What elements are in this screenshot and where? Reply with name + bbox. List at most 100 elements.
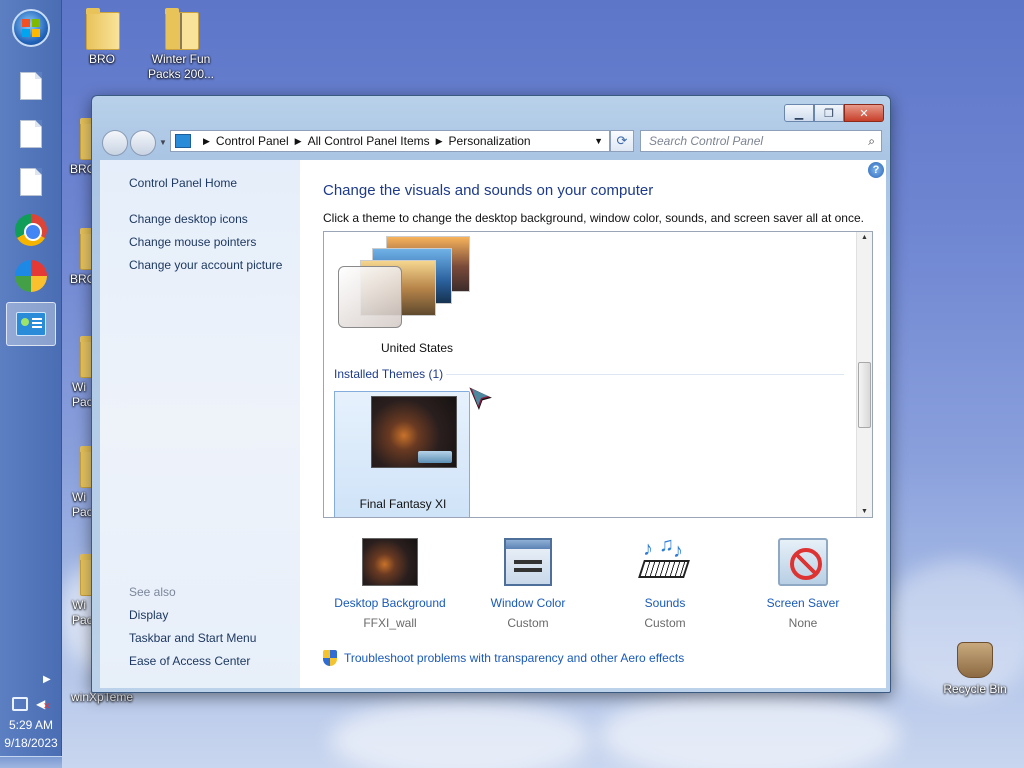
screen-saver-icon xyxy=(778,538,828,586)
left-pane: Control Panel Home Change desktop icons … xyxy=(100,160,300,688)
document-icon xyxy=(20,168,42,196)
forward-button[interactable] xyxy=(130,130,156,156)
control-panel-icon xyxy=(175,134,191,148)
taskbar-control-panel-button[interactable] xyxy=(6,302,56,346)
refresh-button[interactable]: ⟳ xyxy=(610,130,634,152)
tray-expand-icon[interactable]: ▶ xyxy=(43,674,51,685)
start-button[interactable] xyxy=(6,6,56,50)
folder-icon xyxy=(86,8,120,50)
theme-wallpaper-preview xyxy=(371,396,457,468)
change-desktop-icons-link[interactable]: Change desktop icons xyxy=(129,212,248,226)
change-mouse-pointers-link[interactable]: Change mouse pointers xyxy=(129,235,256,249)
screen-saver-setting[interactable]: Screen Saver None xyxy=(733,538,873,630)
clock-time[interactable]: 5:29 AM xyxy=(0,718,62,732)
setting-title[interactable]: Window Color xyxy=(458,596,598,610)
desktop-icon[interactable]: Winter Fun Packs 200... xyxy=(141,8,221,82)
chevron-right-icon[interactable]: ▶ xyxy=(295,136,302,147)
desktop-background-icon xyxy=(362,538,418,586)
chrome-icon xyxy=(15,214,47,246)
display-link[interactable]: Display xyxy=(129,608,168,622)
setting-value: None xyxy=(788,616,818,630)
desktop-icon-label: BRO xyxy=(70,162,92,176)
taskbar-start-menu-link[interactable]: Taskbar and Start Menu xyxy=(129,631,256,645)
desktop-icon-label: BRO xyxy=(70,272,92,286)
setting-value: FFXI_wall xyxy=(363,616,417,630)
desktop-icon[interactable]: BRO xyxy=(62,8,142,67)
setting-title[interactable]: Sounds xyxy=(595,596,735,610)
scroll-down-icon[interactable]: ▼ xyxy=(861,508,868,515)
change-account-picture-link[interactable]: Change your account picture xyxy=(129,258,282,272)
recent-pages-dropdown[interactable]: ▼ xyxy=(159,138,167,147)
content-pane: ? Change the visuals and sounds on your … xyxy=(300,160,886,688)
control-panel-home-link[interactable]: Control Panel Home xyxy=(129,176,237,190)
document-icon xyxy=(20,72,42,100)
sounds-setting[interactable]: ♪ ♫ ♪ Sounds Custom xyxy=(595,534,735,630)
setting-title[interactable]: Desktop Background xyxy=(320,596,460,610)
desktop-icon[interactable]: BRO xyxy=(62,228,92,287)
breadcrumb-item[interactable]: Control Panel xyxy=(216,134,289,148)
setting-value: Custom xyxy=(644,616,686,630)
breadcrumb-item[interactable]: All Control Panel Items xyxy=(308,134,430,148)
theme-label: United States xyxy=(381,341,454,355)
taskbar-file-button[interactable] xyxy=(6,112,56,156)
control-panel-icon xyxy=(16,312,46,336)
volume-muted-icon[interactable]: ◀ xyxy=(36,697,51,713)
taskbar-chrome-button[interactable] xyxy=(6,208,56,252)
breadcrumb-item[interactable]: Personalization xyxy=(449,134,531,148)
restore-button[interactable]: ❐ xyxy=(814,104,844,122)
address-dropdown-icon[interactable]: ▼ xyxy=(594,136,603,146)
desktop-icon-label: Wi Pac xyxy=(72,380,92,409)
search-icon[interactable]: ⌕ xyxy=(868,134,875,149)
setting-title[interactable]: Screen Saver xyxy=(733,596,873,610)
search-input[interactable]: Search Control Panel ⌕ xyxy=(640,130,882,152)
help-icon[interactable]: ? xyxy=(868,162,884,178)
desktop-icon-label: Winter Fun Packs 200... xyxy=(147,52,215,81)
window-color-icon xyxy=(504,538,552,586)
page-title: Change the visuals and sounds on your co… xyxy=(323,182,654,199)
clock-date[interactable]: 9/18/2023 xyxy=(0,736,62,750)
zip-folder-icon xyxy=(165,8,199,50)
desktop-icon[interactable]: Wi Pac xyxy=(62,554,92,628)
window-color-setting[interactable]: Window Color Custom xyxy=(458,538,598,630)
recycle-bin[interactable]: Recycle Bin xyxy=(935,642,1015,697)
desktop-icon-label: Wi Pac xyxy=(72,490,92,519)
shield-icon xyxy=(323,650,337,666)
taskbar-file-button[interactable] xyxy=(6,64,56,108)
taskbar-file-button[interactable] xyxy=(6,160,56,204)
show-desktop-button[interactable] xyxy=(0,756,62,768)
desktop-icon[interactable]: Wi Pac xyxy=(62,336,92,410)
theme-list-scrollbar[interactable]: ▲ ▼ xyxy=(856,232,872,517)
desktop-icon-label: BRO xyxy=(88,52,115,66)
scroll-up-icon[interactable]: ▲ xyxy=(861,234,868,241)
installed-themes-header: Installed Themes (1) xyxy=(334,367,444,381)
windows-logo-icon xyxy=(12,9,50,47)
address-bar[interactable]: ▶ Control Panel ▶ All Control Panel Item… xyxy=(170,130,610,152)
sounds-icon: ♪ ♫ ♪ xyxy=(638,534,691,586)
close-button[interactable]: ✕ xyxy=(844,104,884,122)
desktop-icon[interactable]: BRO xyxy=(62,118,92,177)
theme-label: Final Fantasy XI xyxy=(359,497,447,511)
desktop-background-setting[interactable]: Desktop Background FFXI_wall xyxy=(320,538,460,630)
app-lock-icon xyxy=(15,260,47,292)
troubleshoot-link[interactable]: Troubleshoot problems with transparency … xyxy=(323,650,684,666)
minimize-button[interactable]: ▁ xyxy=(784,104,814,122)
theme-list[interactable]: United States Installed Themes (1) Final… xyxy=(323,231,873,518)
network-icon[interactable] xyxy=(12,697,28,711)
taskbar-app-button[interactable] xyxy=(6,254,56,298)
group-divider xyxy=(446,374,844,375)
document-icon xyxy=(20,120,42,148)
personalization-window: ▁ ❐ ✕ ▼ ▶ Control Panel ▶ All Control Pa… xyxy=(91,95,891,693)
chevron-right-icon[interactable]: ▶ xyxy=(203,136,210,147)
taskbar: ▶ ◀ 5:29 AM 9/18/2023 xyxy=(0,0,62,768)
chevron-right-icon[interactable]: ▶ xyxy=(436,136,443,147)
see-also-label: See also xyxy=(129,585,176,599)
theme-item-selected[interactable]: Final Fantasy XI xyxy=(334,391,470,517)
mouse-cursor-icon xyxy=(466,384,497,415)
ease-of-access-link[interactable]: Ease of Access Center xyxy=(129,654,250,668)
desktop-icon-label: Recycle Bin xyxy=(943,682,1007,696)
desktop-icon[interactable]: Wi Pac xyxy=(62,446,92,520)
scroll-thumb[interactable] xyxy=(858,362,871,428)
troubleshoot-link-text[interactable]: Troubleshoot problems with transparency … xyxy=(344,651,684,665)
back-button[interactable] xyxy=(102,130,128,156)
theme-item[interactable]: United States xyxy=(338,236,470,355)
